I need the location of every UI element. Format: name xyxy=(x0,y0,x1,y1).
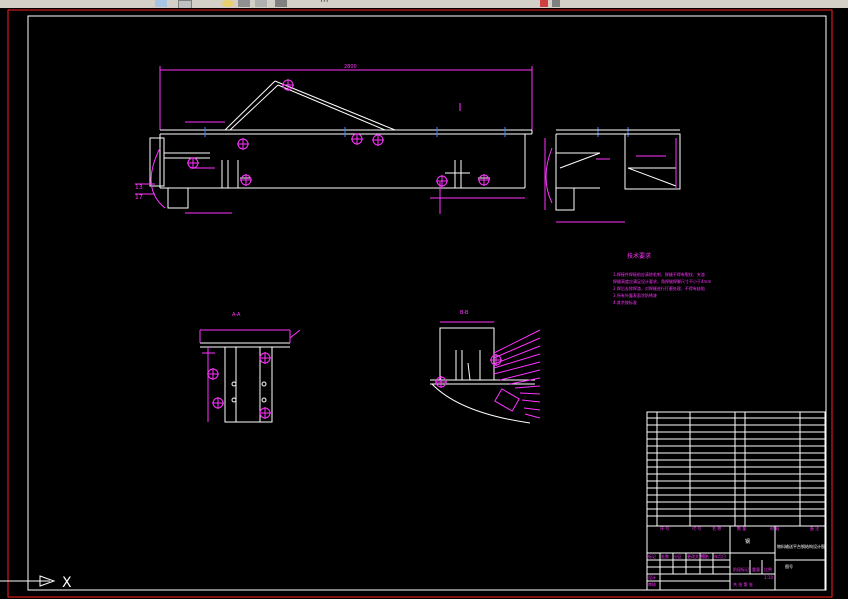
svg-text:焊缝高度应满足设计要求，角焊缝焊脚尺寸不小于4mm: 焊缝高度应满足设计要求，角焊缝焊脚尺寸不小于4mm xyxy=(613,278,711,284)
layer-icon[interactable] xyxy=(155,0,167,7)
side-dimensions xyxy=(544,138,677,223)
callout-13: 13 xyxy=(135,184,143,191)
svg-text:代 号: 代 号 xyxy=(692,525,701,531)
side-view xyxy=(555,129,681,211)
toolbar-text: ··· xyxy=(320,0,329,7)
title-block-text: 序 号 代 号 名 称 数 量 材 料 备 注 钢 物料输送平台钢结构设计图 图… xyxy=(648,525,825,587)
top-dimension-text: 2800 xyxy=(344,64,357,70)
blue-markers xyxy=(204,127,629,137)
svg-text:备 注: 备 注 xyxy=(810,525,819,531)
svg-text:名 称: 名 称 xyxy=(712,525,721,531)
lock-icon[interactable] xyxy=(255,0,267,7)
svg-text:阶段标记: 阶段标记 xyxy=(733,566,749,572)
section-a-label: A-A xyxy=(232,312,241,318)
tech-requirements: 技术要求 1.焊接件焊接前应清除毛刺，焊缝不得有裂纹、夹渣 焊缝高度应满足设计要… xyxy=(613,252,711,305)
window-icon[interactable] xyxy=(275,0,287,7)
svg-text:处数: 处数 xyxy=(661,553,669,559)
ucs-icon: X xyxy=(0,568,90,594)
svg-text:序 号: 序 号 xyxy=(660,525,669,531)
svg-text:物料输送平台钢结构设计图: 物料输送平台钢结构设计图 xyxy=(777,543,825,549)
svg-text:图号: 图号 xyxy=(785,563,793,569)
main-dimensions xyxy=(135,79,525,214)
sun-icon[interactable] xyxy=(222,0,234,7)
main-elevation-view xyxy=(149,66,533,209)
gear-icon[interactable] xyxy=(238,0,250,7)
svg-text:标记: 标记 xyxy=(648,553,656,559)
callout-17: 17 xyxy=(135,194,143,201)
svg-text:技术要求: 技术要求 xyxy=(627,252,651,260)
section-a-dims xyxy=(199,329,301,422)
cad-drawing: 2800 13 17 技术要求 1.焊接件焊接前应清除毛刺，焊缝不得有裂纹、夹渣… xyxy=(7,9,833,598)
arrow-icon[interactable] xyxy=(540,0,548,7)
svg-text:分区: 分区 xyxy=(674,553,682,559)
close-icon[interactable] xyxy=(552,0,560,7)
svg-text:重量: 重量 xyxy=(752,566,760,572)
svg-text:3.所有外露表面涂防锈漆: 3.所有外露表面涂防锈漆 xyxy=(613,292,657,298)
svg-text:设计: 设计 xyxy=(648,574,656,580)
svg-text:1.焊接件焊接前应清除毛刺，焊缝不得有裂纹、夹渣: 1.焊接件焊接前应清除毛刺，焊缝不得有裂纹、夹渣 xyxy=(613,271,705,277)
svg-text:年月日: 年月日 xyxy=(714,553,726,559)
inner-frame xyxy=(27,15,827,591)
title-block xyxy=(646,411,826,591)
drawing-canvas[interactable]: 2800 13 17 技术要求 1.焊接件焊接前应清除毛刺，焊缝不得有裂纹、夹渣… xyxy=(0,8,848,599)
svg-text:共 张 第 张: 共 张 第 张 xyxy=(733,581,753,587)
svg-text:2.焊后去除焊渣，对焊缝进行打磨处理，不得有缺陷: 2.焊后去除焊渣，对焊缝进行打磨处理，不得有缺陷 xyxy=(613,285,705,291)
svg-text:审核: 审核 xyxy=(648,581,656,587)
svg-text:比例: 比例 xyxy=(764,566,772,572)
svg-text:材 料: 材 料 xyxy=(770,525,779,531)
section-b-label: B-B xyxy=(460,310,469,316)
svg-text:1:10: 1:10 xyxy=(764,575,773,580)
section-b-dims xyxy=(435,321,541,419)
section-a-view xyxy=(200,342,290,423)
svg-text:4.其余按标准: 4.其余按标准 xyxy=(613,299,637,305)
svg-text:数 量: 数 量 xyxy=(737,525,746,531)
ucs-x-label: X xyxy=(62,575,72,591)
svg-text:签名: 签名 xyxy=(701,553,709,559)
svg-text:钢: 钢 xyxy=(745,538,750,545)
